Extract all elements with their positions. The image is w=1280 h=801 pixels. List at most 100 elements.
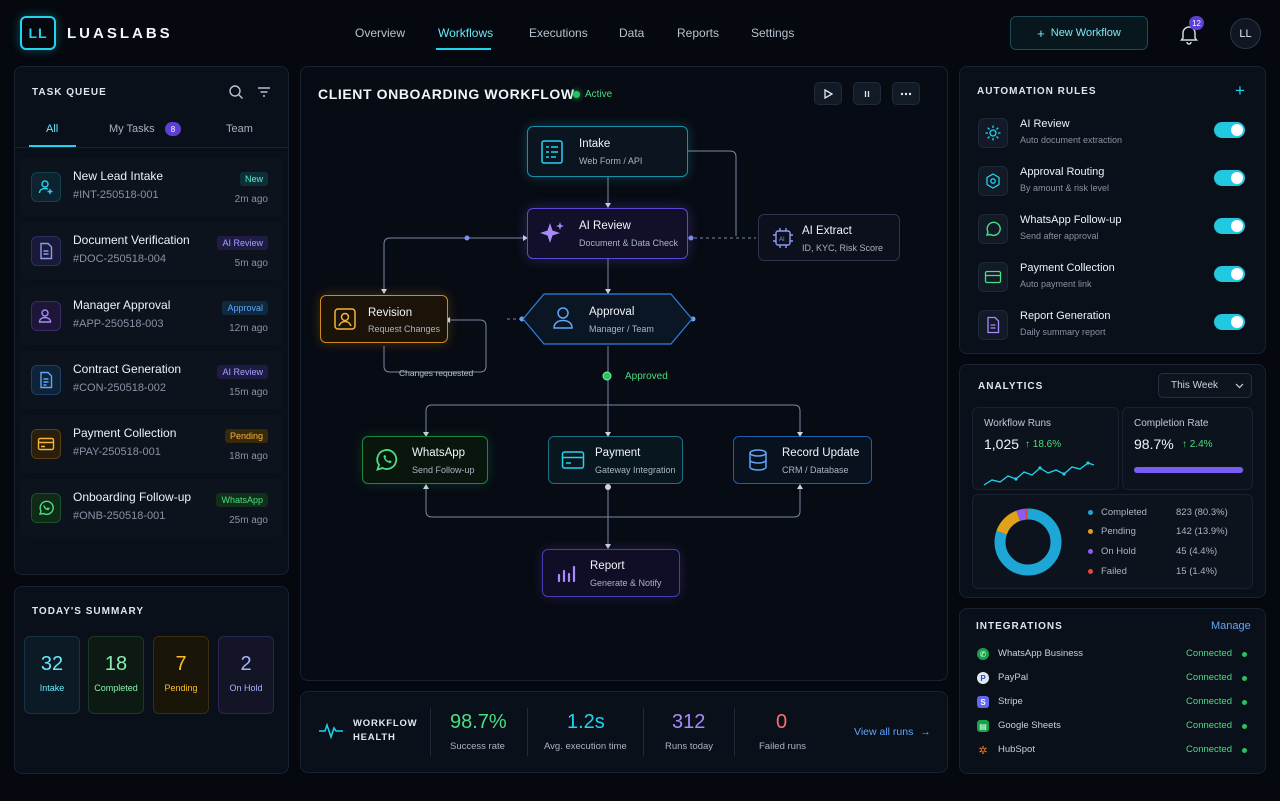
completion-label: Completion Rate — [1134, 418, 1209, 429]
node-title: WhatsApp — [412, 447, 466, 459]
legend-value: 142 (13.9%) — [1176, 526, 1228, 537]
nav-data[interactable]: Data — [619, 26, 644, 40]
node-ai-review[interactable]: AI Review Document & Data Check — [527, 208, 688, 259]
arrow-up-icon: ↑ — [1025, 439, 1033, 450]
task-title: Onboarding Follow-up — [73, 490, 192, 504]
task-item[interactable]: Document Verification #DOC-250518-004 AI… — [20, 222, 282, 280]
summary-card-completed: 18 Completed — [88, 636, 144, 714]
completion-progress — [1134, 467, 1244, 473]
arrow-up-icon: ↑ — [1182, 439, 1190, 450]
arrow-right-icon: → — [920, 726, 931, 738]
node-title: Approval — [589, 306, 635, 318]
pulse-icon — [318, 720, 344, 745]
integration-row[interactable]: S Stripe Connected — [960, 692, 1265, 714]
approved-label: Approved — [625, 371, 668, 382]
task-item[interactable]: Onboarding Follow-up #ONB-250518-001 Wha… — [20, 479, 282, 537]
node-subtitle: Web Form / API — [579, 156, 643, 166]
integration-row[interactable]: ✲ HubSpot Connected — [960, 740, 1265, 762]
new-workflow-label: New Workflow — [1050, 27, 1121, 39]
rule-toggle[interactable] — [1214, 122, 1245, 138]
summary-label: Intake — [39, 683, 65, 693]
task-time: 25m ago — [229, 515, 268, 526]
tab-all[interactable]: All — [46, 123, 58, 135]
rule-toggle[interactable] — [1214, 266, 1245, 282]
completion-delta-value: 2.4% — [1189, 439, 1213, 450]
node-approval[interactable]: Approval Manager / Team — [522, 293, 693, 345]
integrations-title: INTEGRATIONS — [976, 621, 1063, 632]
node-ai-extract[interactable]: AI AI Extract ID, KYC, Risk Score — [758, 214, 900, 261]
node-revision[interactable]: Revision Request Changes — [320, 295, 448, 343]
new-workflow-button[interactable]: + New Workflow — [1010, 16, 1148, 50]
runs-label: Workflow Runs — [984, 418, 1052, 429]
task-item[interactable]: Contract Generation #CON-250518-002 AI R… — [20, 351, 282, 409]
task-id: #APP-250518-003 — [73, 318, 164, 330]
google-sheets-icon: ▤ — [977, 720, 989, 732]
summary-card-pending: 7 Pending — [153, 636, 209, 714]
completion-delta: ↑ 2.4% — [1182, 439, 1213, 450]
task-id: #DOC-250518-004 — [73, 253, 166, 265]
health-runs-label: Runs today — [665, 741, 714, 752]
user-avatar[interactable]: LL — [1230, 18, 1261, 49]
health-success-value: 98.7% — [450, 711, 507, 733]
rule-title: Payment Collection — [1020, 262, 1115, 274]
node-payment[interactable]: Payment Gateway Integration — [548, 436, 683, 484]
node-record-update[interactable]: Record Update CRM / Database — [733, 436, 872, 484]
filter-icon[interactable] — [256, 84, 272, 105]
node-report[interactable]: Report Generate & Notify — [542, 549, 680, 597]
node-title: Revision — [368, 307, 413, 319]
legend-name: Pending — [1101, 526, 1136, 537]
report-icon — [978, 310, 1008, 340]
nav-overview[interactable]: Overview — [355, 26, 405, 40]
rule-approval-routing: Approval Routing By amount & risk level — [960, 158, 1265, 206]
integration-name: Google Sheets — [998, 720, 1061, 731]
manage-link[interactable]: Manage — [1211, 620, 1251, 632]
view-all-runs-link[interactable]: View all runs → — [854, 726, 931, 738]
node-title: Intake — [579, 138, 611, 150]
form-icon — [538, 138, 566, 166]
health-failed-label: Failed runs — [759, 741, 806, 752]
user-check-icon — [31, 301, 61, 331]
nav-reports[interactable]: Reports — [677, 26, 719, 40]
task-tag: WhatsApp — [216, 493, 268, 507]
rule-subtitle: Daily summary report — [1020, 327, 1106, 337]
search-icon[interactable] — [228, 84, 244, 105]
integration-row[interactable]: P PayPal Connected — [960, 668, 1265, 690]
node-title: Payment — [595, 447, 641, 459]
node-intake[interactable]: Intake Web Form / API — [527, 126, 688, 177]
brand-logo[interactable]: LL — [20, 16, 56, 50]
task-time: 2m ago — [234, 194, 268, 205]
rule-toggle[interactable] — [1214, 218, 1245, 234]
automation-title: AUTOMATION RULES — [977, 86, 1097, 97]
period-select[interactable]: This Week — [1158, 373, 1252, 398]
summary-value: 2 — [240, 653, 252, 675]
chevron-down-icon — [1235, 383, 1244, 389]
rule-toggle[interactable] — [1214, 170, 1245, 186]
integration-row[interactable]: ▤ Google Sheets Connected — [960, 716, 1265, 738]
nav-workflows[interactable]: Workflows — [438, 26, 493, 40]
task-tag: AI Review — [217, 365, 268, 379]
runs-sparkline — [983, 461, 1095, 486]
status-dot — [1242, 652, 1247, 657]
rule-toggle[interactable] — [1214, 314, 1245, 330]
task-item[interactable]: New Lead Intake #INT-250518-001 New 2m a… — [20, 158, 282, 216]
legend-value: 45 (4.4%) — [1176, 546, 1218, 557]
add-rule-icon[interactable]: + — [1235, 82, 1245, 99]
runs-value: 1,025 — [984, 436, 1020, 452]
task-item[interactable]: Payment Collection #PAY-250518-001 Pendi… — [20, 415, 282, 473]
integration-status: Connected — [1186, 672, 1232, 683]
node-whatsapp[interactable]: WhatsApp Send Follow-up — [362, 436, 488, 484]
task-item[interactable]: Manager Approval #APP-250518-003 Approva… — [20, 287, 282, 345]
nav-executions[interactable]: Executions — [529, 26, 588, 40]
user-plus-icon — [31, 172, 61, 202]
nav-settings[interactable]: Settings — [751, 26, 794, 40]
divider — [643, 708, 644, 756]
tab-team[interactable]: Team — [226, 123, 253, 135]
runs-delta-value: 18.6% — [1032, 439, 1062, 450]
legend-failed: Failed 15 (1.4%) — [1088, 566, 1217, 577]
tab-my-tasks[interactable]: My Tasks — [109, 123, 155, 135]
integration-row[interactable]: ✆ WhatsApp Business Connected — [960, 644, 1265, 666]
status-dot — [1242, 676, 1247, 681]
integration-status: Connected — [1186, 696, 1232, 707]
integration-status: Connected — [1186, 744, 1232, 755]
node-subtitle: Request Changes — [368, 324, 441, 334]
